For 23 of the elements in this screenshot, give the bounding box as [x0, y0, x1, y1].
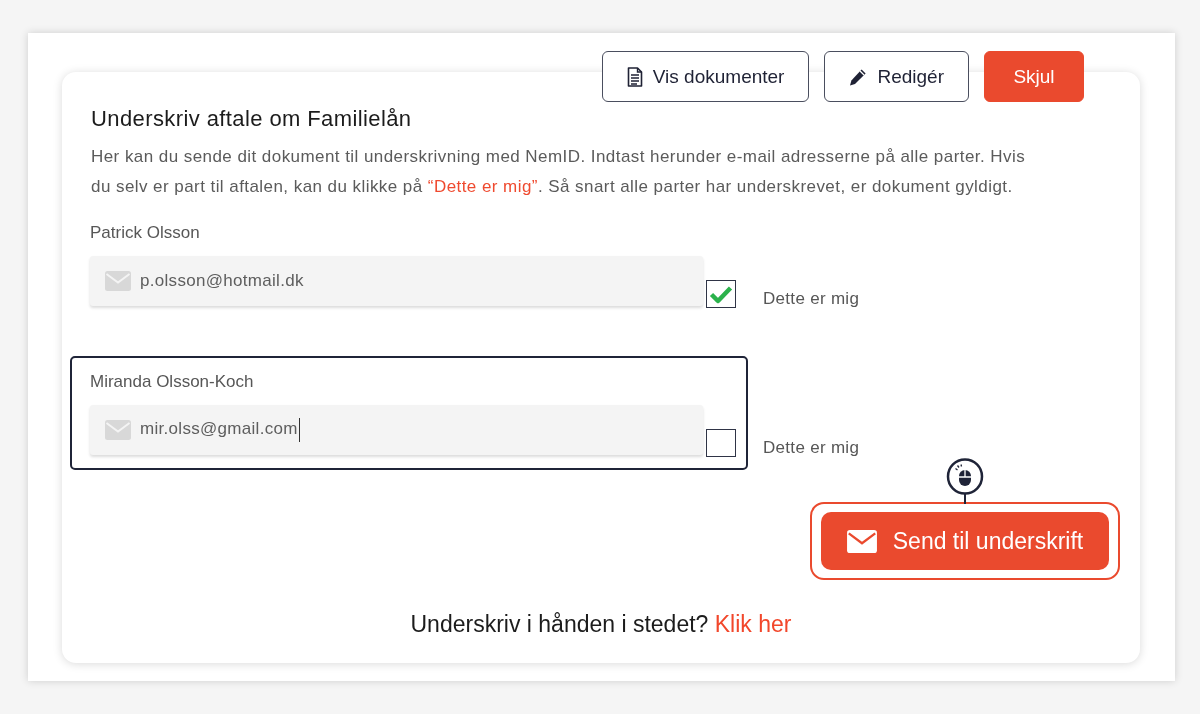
email-input[interactable]: p.olsson@hotmail.dk — [90, 256, 703, 306]
send-button[interactable]: Send til underskrift — [821, 512, 1109, 570]
mouse-click-icon — [946, 458, 984, 504]
pencil-icon — [849, 67, 868, 86]
checkmark-icon — [709, 284, 733, 304]
inline-link[interactable]: Klik her — [714, 611, 792, 637]
document-icon — [626, 66, 643, 87]
envelope-icon — [105, 420, 131, 440]
party-name: Patrick Olsson — [90, 223, 201, 243]
hide-button[interactable]: Skjul — [984, 51, 1084, 102]
footer-text: Underskriv i hånden i stedet? Klik her — [410, 611, 792, 638]
view-documents-button[interactable]: Vis dokumenter — [601, 51, 810, 102]
party-name: Miranda Olsson-Koch — [90, 372, 255, 392]
checkbox[interactable] — [706, 280, 736, 308]
email-input[interactable]: mir.olss@gmail.com — [90, 405, 703, 455]
envelope-icon — [105, 271, 131, 291]
description-text: Her kan du sende dit dokument til underskrivning med NemID. Indtast herunder e-mail adresserne på alle parter. Hvis du selv er part til aftalen, kan du klikke på “Dette er mig”. Så snart alle parter har underskrevet, er dokument gyldigt. — [91, 146, 1027, 198]
checkbox[interactable] — [706, 429, 736, 457]
checkbox-label[interactable]: Dette er mig — [763, 438, 860, 458]
card-title: Underskriv aftale om Familielån — [91, 105, 413, 133]
envelope-icon — [846, 529, 877, 553]
checkbox-label[interactable]: Dette er mig — [763, 289, 860, 309]
edit-button[interactable]: Redigér — [824, 51, 969, 102]
